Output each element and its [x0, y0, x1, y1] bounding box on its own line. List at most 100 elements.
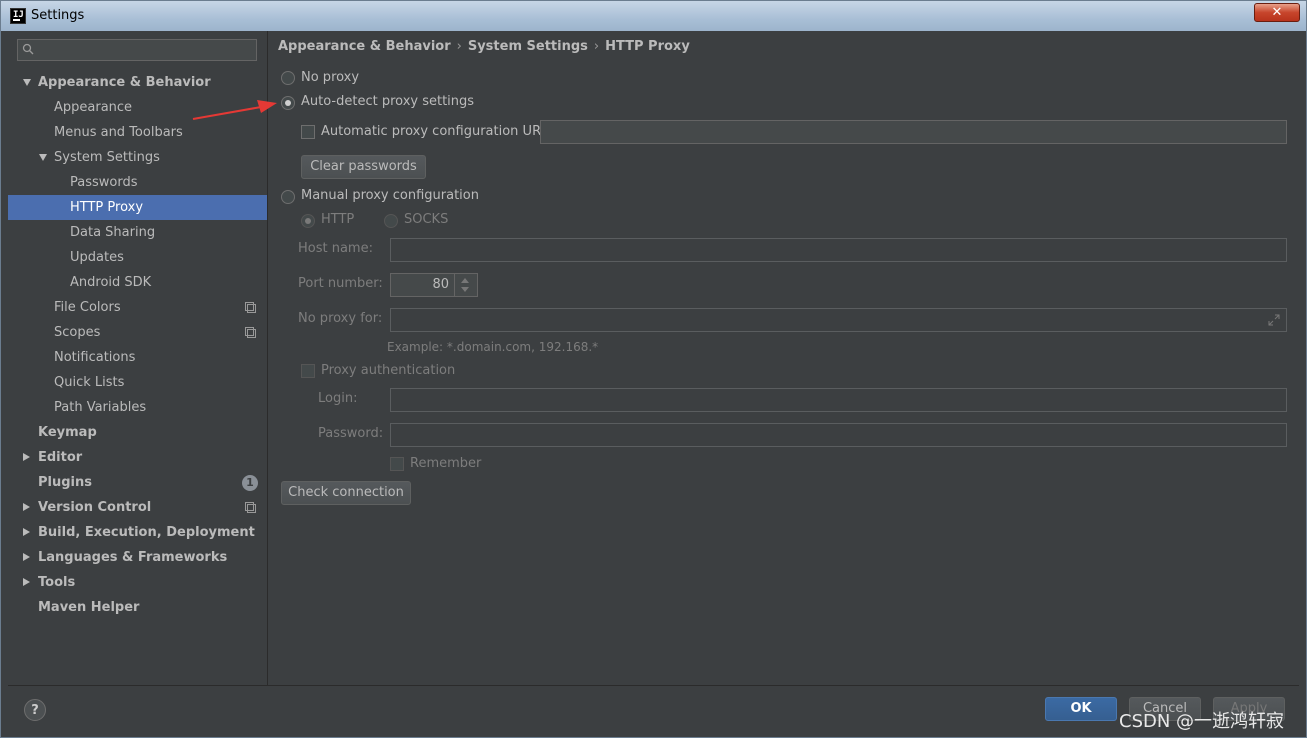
sidebar-item-label: Menus and Toolbars [54, 125, 183, 140]
sidebar-item-maven-helper[interactable]: Maven Helper [38, 595, 139, 620]
chevron-right-icon[interactable] [23, 528, 30, 536]
sidebar-item-label: Appearance [54, 100, 133, 115]
login-label: Login: [318, 391, 358, 406]
no-proxy-radio[interactable] [281, 71, 295, 85]
sidebar-item-editor[interactable]: Editor [8, 445, 267, 470]
chevron-right-icon[interactable] [23, 553, 30, 561]
no-proxy-for-input[interactable] [390, 308, 1287, 332]
sidebar-item-appearance[interactable]: Appearance [54, 95, 132, 120]
title-bar: IJ Settings ✕ [1, 1, 1306, 31]
ok-button[interactable]: OK [1045, 697, 1117, 721]
proxy-auth-label[interactable]: Proxy authentication [321, 363, 455, 378]
breadcrumb-item: System Settings [467, 39, 588, 54]
sidebar-item-passwords[interactable]: Passwords [70, 170, 138, 195]
host-name-input[interactable] [390, 238, 1287, 262]
sidebar-item-path-variables[interactable]: Path Variables [54, 395, 146, 420]
sidebar-item-languages-frameworks[interactable]: Languages & Frameworks [8, 545, 267, 570]
login-input[interactable] [390, 388, 1287, 412]
help-button[interactable]: ? [24, 699, 46, 721]
sidebar-item-label: Maven Helper [38, 600, 140, 615]
sidebar-item-file-colors[interactable]: File Colors [8, 295, 267, 320]
auto-detect-label[interactable]: Auto-detect proxy settings [301, 94, 474, 109]
sidebar-item-label: Updates [70, 250, 124, 265]
no-proxy-label[interactable]: No proxy [301, 70, 359, 85]
auto-config-url-label[interactable]: Automatic proxy configuration URL: [321, 124, 553, 139]
spinner-arrows[interactable] [454, 274, 477, 296]
sidebar-item-plugins[interactable]: Plugins 1 [8, 470, 267, 495]
sidebar-item-label: Passwords [70, 175, 138, 190]
breadcrumb: Appearance & Behavior › System Settings › HT… [278, 39, 690, 54]
plugins-update-badge: 1 [242, 475, 258, 491]
sidebar-item-label: Tools [38, 575, 76, 590]
no-proxy-for-label: No proxy for: [298, 311, 383, 326]
sidebar-item-label: Editor [38, 450, 83, 465]
project-scope-icon [245, 327, 256, 338]
sidebar-item-quick-lists[interactable]: Quick Lists [54, 370, 124, 395]
annotation-arrow-icon [192, 100, 277, 120]
socks-radio[interactable] [384, 214, 398, 228]
http-label[interactable]: HTTP [321, 212, 354, 227]
password-input[interactable] [390, 423, 1287, 447]
port-number-value: 80 [432, 277, 449, 292]
socks-label[interactable]: SOCKS [404, 212, 448, 227]
auto-config-url-checkbox[interactable] [301, 125, 315, 139]
auto-detect-radio[interactable] [281, 96, 295, 110]
sidebar-item-label: System Settings [54, 150, 160, 165]
sidebar-item-label: Build, Execution, Deployment [38, 525, 255, 540]
chevron-down-icon[interactable] [39, 154, 47, 161]
project-scope-icon [245, 302, 256, 313]
csdn-watermark: CSDN @一逝鸿轩寂 [1119, 711, 1285, 732]
auto-config-url-input[interactable] [540, 120, 1287, 144]
proxy-auth-checkbox[interactable] [301, 364, 315, 378]
sidebar-item-data-sharing[interactable]: Data Sharing [70, 220, 155, 245]
sidebar-item-keymap[interactable]: Keymap [38, 420, 97, 445]
chevron-right-icon[interactable] [23, 578, 30, 586]
sidebar-item-http-proxy[interactable]: HTTP Proxy [8, 195, 267, 220]
sidebar-item-label: Plugins [38, 475, 92, 490]
manual-proxy-label[interactable]: Manual proxy configuration [301, 188, 479, 203]
breadcrumb-item: HTTP Proxy [605, 39, 690, 54]
sidebar-item-menus-toolbars[interactable]: Menus and Toolbars [54, 120, 183, 145]
breadcrumb-separator: › [456, 39, 462, 54]
expand-icon[interactable] [1268, 314, 1280, 326]
sidebar-item-label: Keymap [38, 425, 97, 440]
chevron-right-icon[interactable] [23, 453, 30, 461]
http-radio[interactable] [301, 214, 315, 228]
port-number-label: Port number: [298, 276, 383, 291]
sidebar-item-appearance-behavior[interactable]: Appearance & Behavior [8, 70, 267, 95]
remember-label[interactable]: Remember [410, 456, 481, 471]
sidebar-item-label: Quick Lists [54, 375, 125, 390]
settings-search-input[interactable] [17, 39, 257, 61]
close-button[interactable]: ✕ [1254, 3, 1300, 22]
manual-proxy-radio[interactable] [281, 190, 295, 204]
check-connection-button[interactable]: Check connection [281, 481, 411, 505]
sidebar-item-tools[interactable]: Tools [8, 570, 267, 595]
port-number-spinner[interactable]: 80 [390, 273, 478, 297]
sidebar-item-version-control[interactable]: Version Control [8, 495, 267, 520]
remember-checkbox[interactable] [390, 457, 404, 471]
window-title: Settings [31, 8, 85, 23]
sidebar-item-label: Notifications [54, 350, 136, 365]
sidebar-item-label: HTTP Proxy [70, 200, 144, 215]
sidebar-item-scopes[interactable]: Scopes [8, 320, 267, 345]
sidebar-item-updates[interactable]: Updates [70, 245, 124, 270]
sidebar-item-system-settings[interactable]: System Settings [8, 145, 267, 170]
sidebar-item-notifications[interactable]: Notifications [54, 345, 135, 370]
sidebar-item-android-sdk[interactable]: Android SDK [70, 270, 151, 295]
settings-window: IJ Settings ✕ Appearance & Behavior Appe… [0, 0, 1307, 738]
sidebar-item-label: Data Sharing [70, 225, 156, 240]
host-name-label: Host name: [298, 241, 373, 256]
sidebar-item-build-execution-deployment[interactable]: Build, Execution, Deployment [8, 520, 267, 545]
breadcrumb-separator: › [593, 39, 600, 54]
sidebar-item-label: Languages & Frameworks [38, 550, 228, 565]
chevron-down-icon[interactable] [23, 79, 31, 86]
spinner-down-icon[interactable] [461, 287, 469, 292]
spinner-up-icon[interactable] [461, 278, 469, 283]
sidebar-item-label: File Colors [54, 300, 121, 315]
sidebar-item-label: Version Control [38, 500, 152, 515]
project-scope-icon [245, 502, 256, 513]
chevron-right-icon[interactable] [23, 503, 30, 511]
settings-sidebar: Appearance & Behavior Appearance Menus a… [8, 31, 268, 685]
clear-passwords-button[interactable]: Clear passwords [301, 155, 426, 179]
search-icon [22, 43, 34, 55]
